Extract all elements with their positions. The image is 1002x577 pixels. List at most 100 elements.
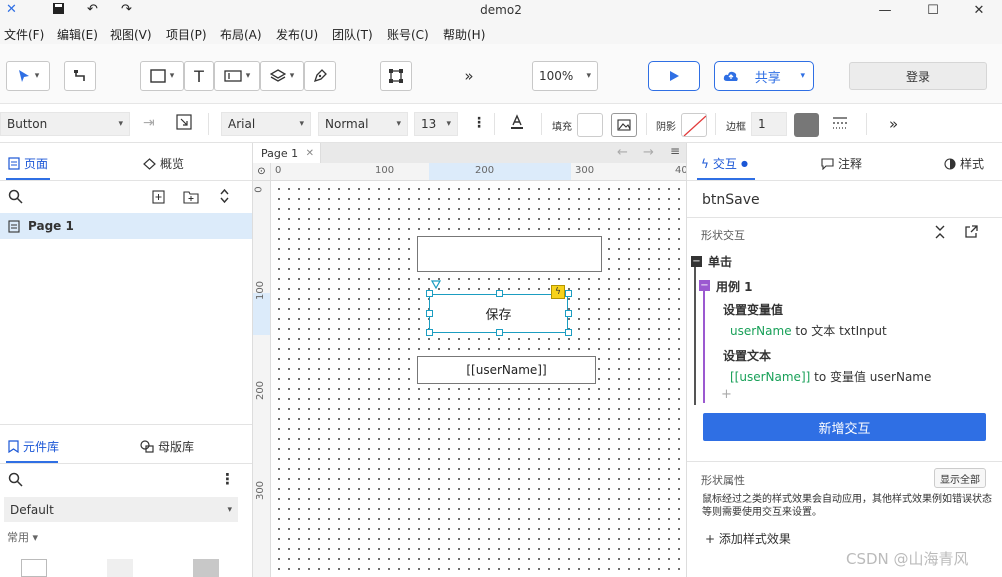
font-color-icon[interactable] [510,114,524,133]
toolbar-more-button[interactable]: » [455,61,483,91]
resize-handle[interactable] [565,310,572,317]
action-set-variable-title[interactable]: 设置变量值 [723,301,783,318]
search-icon[interactable] [8,189,23,207]
shadow-color-swatch[interactable] [681,113,707,137]
widget-box-gray[interactable] [193,559,219,577]
add-style-effect-button[interactable]: + 添加样式效果 [705,530,791,547]
resize-handle[interactable] [426,290,433,297]
layers-tool-button[interactable]: ▾ [260,61,304,91]
font-family-select[interactable]: Arial ▾ [221,112,311,136]
ruler-origin-icon[interactable]: ⊙ [253,163,271,181]
tab-library[interactable]: 元件库 [8,438,59,455]
resize-handle[interactable] [426,329,433,336]
add-folder-icon[interactable] [183,190,199,207]
property-bar: Button ▾ ⇥ Arial ▾ Normal ▾ 13 ▾ ⋮ 填充 阴影 边框 … [0,105,1002,143]
connector-tool-button[interactable] [64,61,96,91]
widget-box[interactable] [21,559,47,577]
crop-tool-button[interactable] [380,61,412,91]
menu-project[interactable]: 项目(P) [166,26,207,43]
border-style-icon[interactable] [832,116,848,133]
minimize-button[interactable]: — [862,0,908,22]
label-username-widget[interactable]: [[userName]] [417,356,596,384]
resize-handle[interactable] [496,329,503,336]
border-width-input[interactable]: 1 [751,112,787,136]
action-set-text-detail[interactable]: [[userName]] to 变量值 userName [730,368,931,385]
preview-button[interactable] [648,61,700,91]
divider [646,113,647,135]
sort-icon[interactable] [219,188,230,207]
input-tool-button[interactable]: ▾ [214,61,260,91]
collapse-all-icon[interactable] [934,225,946,243]
page-list-item[interactable]: Page 1 [0,213,252,239]
login-button[interactable]: 登录 [849,62,987,90]
interaction-lightning-icon[interactable]: ϟ [551,285,565,299]
ruler-tick: 200 [255,380,267,401]
tab-overview[interactable]: 概览 [143,155,184,172]
menu-edit[interactable]: 编辑(E) [57,26,98,43]
tab-interaction[interactable]: ϟ 交互 ● [701,155,748,172]
menu-account[interactable]: 账号(C) [387,26,429,43]
style-apply-icon[interactable]: ⇥ [143,115,155,131]
fill-image-button[interactable] [611,113,637,137]
close-tab-icon[interactable]: ✕ [306,148,314,159]
collapse-case-icon[interactable]: − [699,280,710,291]
canvas-page-tab[interactable]: Page 1 ✕ [253,143,321,163]
menu-file[interactable]: 文件(F) [4,26,44,43]
maximize-button[interactable]: ☐ [910,0,956,22]
style-edit-icon[interactable] [176,114,192,133]
show-all-button[interactable]: 显示全部 [934,468,986,488]
close-button[interactable]: ✕ [956,0,1002,22]
border-color-swatch[interactable] [794,113,819,137]
text-tool-button[interactable]: T [184,61,214,91]
resize-handle[interactable] [496,290,503,297]
tab-style[interactable]: 样式 [944,155,984,172]
pen-tool-button[interactable] [304,61,336,91]
collapse-event-icon[interactable]: − [691,256,702,267]
resize-handle[interactable] [565,290,572,297]
rectangle-tool-button[interactable]: ▾ [140,61,184,91]
cloud-upload-icon [723,71,738,81]
fill-color-swatch[interactable] [577,113,603,137]
zoom-select[interactable]: 100% ▾ [532,61,598,91]
library-select[interactable]: Default ▾ [4,497,238,522]
more-vertical-icon[interactable]: ⋮ [472,115,486,131]
txt-input-widget[interactable] [417,236,602,272]
common-section-toggle[interactable]: 常用 ▾ [7,529,38,545]
add-interaction-button[interactable]: 新增交互 [703,413,986,441]
menu-publish[interactable]: 发布(U) [276,26,318,43]
event-click-label[interactable]: 单击 [708,253,732,270]
add-page-icon[interactable] [152,190,165,207]
more-vertical-icon[interactable]: ⋮ [220,470,235,488]
menu-help[interactable]: 帮助(H) [443,26,485,43]
tab-notes[interactable]: 注释 [821,155,862,172]
font-weight-select[interactable]: Normal ▾ [318,112,408,136]
menu-layout[interactable]: 布局(A) [220,26,262,43]
divider [866,113,867,135]
widget-name[interactable]: btnSave [702,192,760,208]
ruler-tick: 300 [255,480,267,501]
tab-menu-icon[interactable]: ≡ [670,144,680,158]
arrow-left-icon[interactable]: ← [617,145,628,160]
arrow-right-icon[interactable]: → [643,145,654,160]
menu-team[interactable]: 团队(T) [332,26,373,43]
propbar-more-button[interactable]: » [889,115,898,133]
widget-type-select[interactable]: Button ▾ [0,112,130,136]
share-button[interactable]: 共享 ▾ [714,61,814,91]
action-set-variable-detail[interactable]: userName to 文本 txtInput [730,322,887,339]
btn-save-widget[interactable]: 保存 [429,294,568,333]
tab-pages[interactable]: 页面 [8,155,48,172]
add-action-icon[interactable]: + [721,387,732,402]
search-icon[interactable] [8,472,23,490]
menu-view[interactable]: 视图(V) [110,26,152,43]
tab-masters[interactable]: 母版库 [140,438,194,455]
case-label[interactable]: 用例 1 [716,278,753,295]
shape-interaction-label: 形状交互 [701,229,745,242]
open-external-icon[interactable] [964,225,978,242]
rotate-handle-icon[interactable] [431,280,441,289]
font-size-select[interactable]: 13 ▾ [414,112,458,136]
action-set-text-title[interactable]: 设置文本 [723,347,771,364]
resize-handle[interactable] [565,329,572,336]
pointer-tool-button[interactable]: ▾ [6,61,50,91]
resize-handle[interactable] [426,310,433,317]
widget-box-light[interactable] [107,559,133,577]
